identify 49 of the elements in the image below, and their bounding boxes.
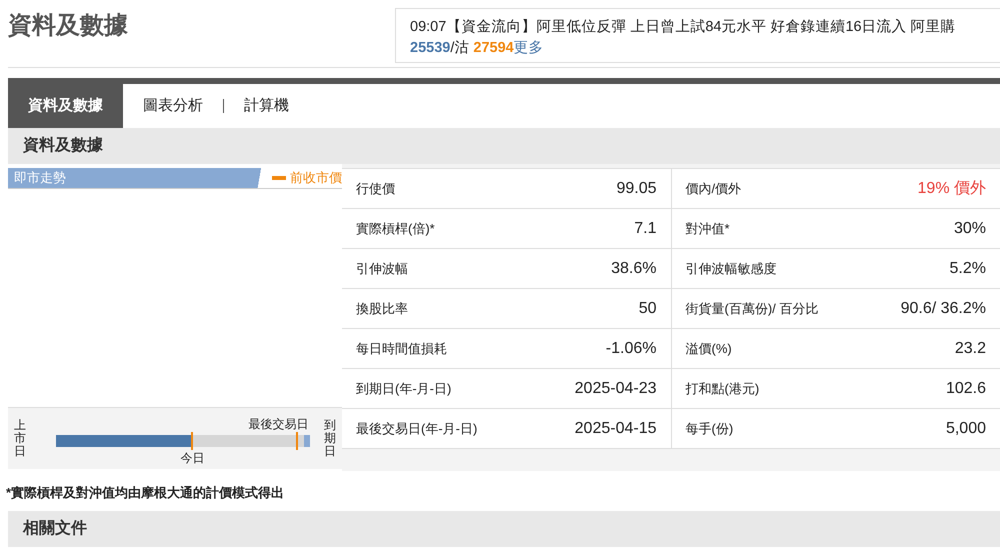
bull-count: 25539 <box>410 40 450 56</box>
field-label: 實際槓桿(倍)* <box>356 220 435 238</box>
field-label: 引伸波幅 <box>356 260 408 278</box>
today-label: 今日 <box>180 450 204 466</box>
tab[interactable]: 資料及數據 <box>8 84 123 128</box>
last-trading-label: 最後交易日 <box>248 416 309 432</box>
bear-count: 27594 <box>473 40 514 56</box>
chart-title: 即市走勢 <box>13 169 66 188</box>
timeline-end-segment <box>304 434 310 446</box>
page-title: 資料及數據 <box>8 11 128 41</box>
field-value: 5,000 <box>946 418 986 438</box>
field-label: 最後交易日(年-月-日) <box>356 420 478 438</box>
end-label: 到期日 <box>324 418 336 458</box>
news-headline: 09:07【資金流向】阿里低位反彈 上日曾上試84元水平 好倉錄連續16日流入 阿里購 <box>410 19 956 35</box>
field-value: 90.6/ 36.2% <box>900 298 986 318</box>
field-value: -1.06% <box>606 338 656 358</box>
field-value: 7.1 <box>634 218 656 238</box>
field-label: 街貨量(百萬份)/ 百分比 <box>686 300 818 318</box>
field-label: 溢價(%) <box>686 340 732 358</box>
field-label: 換股比率 <box>356 300 408 318</box>
field-value: 50 <box>638 298 656 318</box>
start-label: 上市日 <box>14 418 26 458</box>
footnote: *實際槓桿及對沖值均由摩根大通的計價模式得出 <box>6 484 286 502</box>
field-label: 到期日(年-月-日) <box>356 380 452 398</box>
field-label: 每日時間值損耗 <box>356 340 447 358</box>
field-label: 引伸波幅敏感度 <box>686 260 776 278</box>
tab[interactable]: 計算機 <box>223 99 309 113</box>
field-value: 2025-04-23 <box>574 378 656 398</box>
field-label: 打和點(港元) <box>686 380 760 398</box>
field-value: 30% <box>954 218 986 238</box>
field-value: 99.05 <box>616 178 656 198</box>
field-value: 102.6 <box>946 378 986 398</box>
field-value: 23.2 <box>954 338 986 358</box>
section-header: 相關文件 <box>8 510 1000 546</box>
field-value: 38.6% <box>611 258 656 278</box>
more-link[interactable]: 更多 <box>514 40 544 56</box>
section-header: 資料及數據 <box>8 128 1000 164</box>
legend-swatch <box>272 176 286 180</box>
separator-text: /沽 <box>450 40 470 56</box>
field-value: 5.2% <box>950 258 986 278</box>
field-label: 行使價 <box>356 180 395 198</box>
field-value: 19% 價外 <box>918 178 986 198</box>
field-label: 價內/價外 <box>686 180 742 198</box>
legend-label: 前收市價 <box>290 169 342 188</box>
field-label: 每手(份) <box>686 420 734 438</box>
today-marker <box>191 432 194 450</box>
field-label: 對沖值* <box>686 220 730 238</box>
tab[interactable]: 圖表分析 <box>123 84 223 128</box>
field-value: 2025-04-15 <box>574 418 656 438</box>
